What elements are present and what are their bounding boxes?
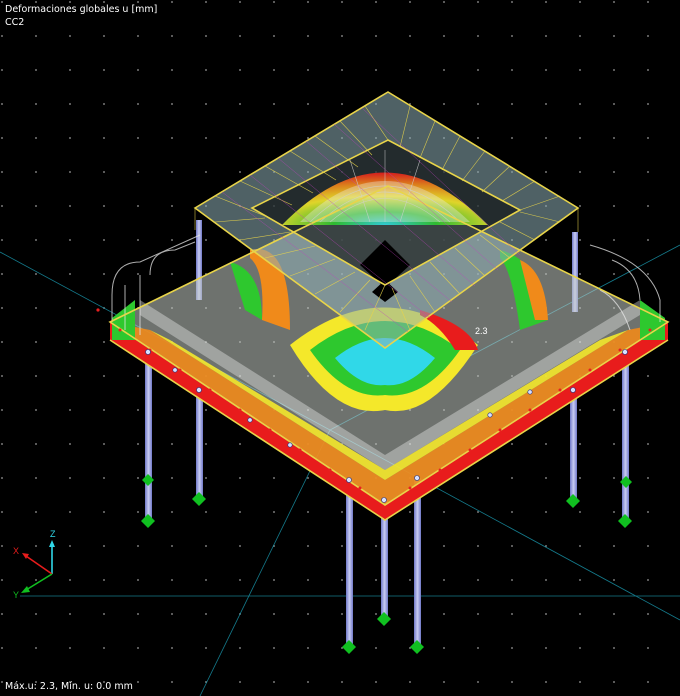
column [414, 478, 421, 648]
status-bar-text: Máx.u: 2.3, Mín. u: 0.0 mm [5, 681, 133, 692]
result-title: Deformaciones globales u [mm] [5, 4, 158, 15]
column [622, 352, 629, 524]
load-combination-label: CC2 [5, 17, 25, 28]
column [346, 480, 353, 645]
column [145, 352, 152, 522]
axis-z-label: Z [50, 529, 56, 539]
column [196, 390, 203, 500]
axis-y-label: Y [13, 590, 19, 600]
axis-x-label: X [13, 546, 19, 556]
max-value-label: 2.3 [475, 326, 488, 336]
column [570, 390, 577, 500]
model-viewport[interactable]: 2.3 Z X Y [0, 0, 680, 696]
